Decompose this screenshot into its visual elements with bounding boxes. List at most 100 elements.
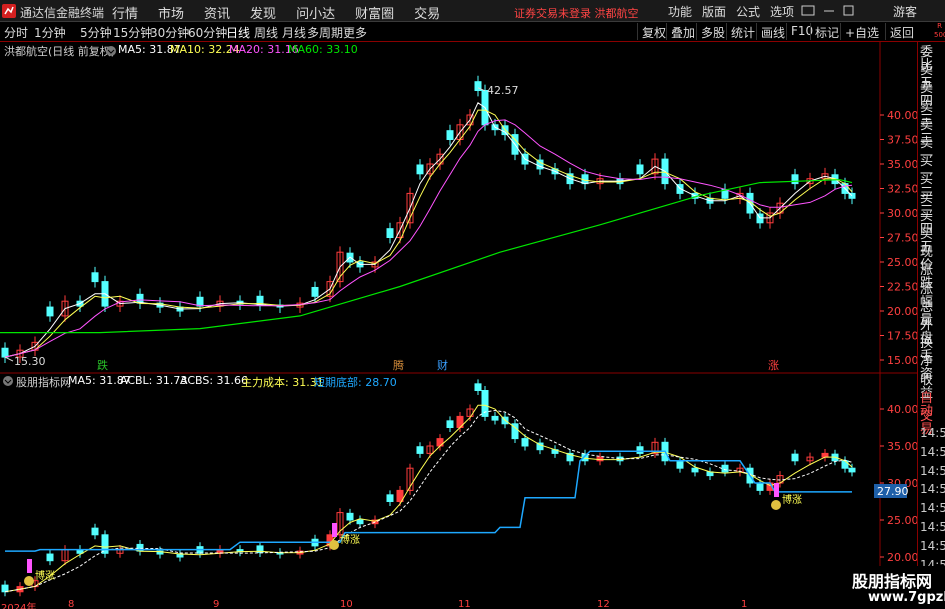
candle <box>416 164 424 175</box>
ind-candle <box>521 438 529 447</box>
btn-add-watch[interactable]: +自选 <box>840 23 883 40</box>
menu-options[interactable]: 选项 <box>766 0 798 20</box>
current-price-label: 27.90 <box>877 485 909 498</box>
tf-60min[interactable]: 60分钟 <box>188 24 227 41</box>
ind-tick-3: 25.00 <box>887 514 917 527</box>
date-2024: 2024年 <box>1 603 37 609</box>
indicator-name: 股朋指标网 <box>16 376 71 389</box>
login-notice[interactable]: 证券交易未登录 洪都航空 <box>514 5 639 21</box>
panel2-header: 股朋指标网 MA5: 31.87 ACBL: 31.73 ACBS: 31.66… <box>0 373 500 389</box>
bozhang-label-0: 博涨 <box>35 569 55 582</box>
menu-hq[interactable]: 行情 <box>112 0 150 22</box>
menu-fortune[interactable]: 财富圈 <box>355 0 406 22</box>
date-1: 1 <box>741 599 748 609</box>
tf-30min[interactable]: 30分钟 <box>150 24 189 41</box>
ind-candle <box>46 553 54 562</box>
btn-stats[interactable]: 统计 <box>726 23 759 40</box>
price-tick-1: 37.50 <box>887 134 917 147</box>
ma10-line <box>4 109 853 358</box>
price-tick-4: 30.00 <box>887 207 917 220</box>
ind-candle <box>1 584 9 593</box>
guest-label[interactable]: 游客 <box>893 3 917 20</box>
signal-coin-icon <box>24 576 34 586</box>
date-8: 8 <box>68 599 75 609</box>
stock-name-label: 洪都航空(日线 前复权) <box>4 45 116 58</box>
tf-fenshi[interactable]: 分时 <box>4 24 28 41</box>
app-title: 通达信金融终端 <box>20 6 105 20</box>
main-menu: 行情 市场 资讯 发现 问小达 财富圈 交易 <box>112 0 460 22</box>
candle <box>386 228 394 238</box>
ind-candle <box>676 461 684 469</box>
tf-more[interactable]: 更多 <box>343 24 367 41</box>
watermark-title: 股朋指标网 <box>852 572 933 591</box>
title-bar: 通达信金融终端 行情 市场 资讯 发现 问小达 财富圈 交易 证券交易未登录 洪… <box>0 0 945 22</box>
btn-draw[interactable]: 画线 <box>756 23 789 40</box>
tf-5min[interactable]: 5分钟 <box>80 24 112 41</box>
btn-overlay[interactable]: 叠加 <box>666 23 699 40</box>
ind-tick-1: 35.00 <box>887 440 917 453</box>
btn-back[interactable]: 返回 <box>885 23 918 40</box>
price-tick-10: 15.00 <box>887 354 917 367</box>
time-item-6: 14:5 <box>920 538 945 553</box>
candle <box>446 130 454 140</box>
candle <box>46 306 54 317</box>
btn-multistock[interactable]: 多股 <box>696 23 729 40</box>
main-cost-label: 主力成本: 31.31 <box>241 376 324 389</box>
price-tick-5: 27.50 <box>887 232 917 245</box>
tf-15min[interactable]: 15分钟 <box>113 24 152 41</box>
mail-icon[interactable] <box>801 5 815 16</box>
ind-candle <box>416 446 424 454</box>
price-tick-9: 17.50 <box>887 330 917 343</box>
tf-monthly[interactable]: 月线 <box>282 24 306 41</box>
time-item-1: 14:5 <box>920 444 945 459</box>
candle <box>311 286 319 297</box>
dropdown-icon[interactable] <box>105 45 117 57</box>
btn-mark[interactable]: 标记 <box>810 23 843 40</box>
ind-candle <box>791 453 799 462</box>
ind-tick-0: 40.00 <box>887 403 917 416</box>
toolbar: 分时 1分钟 5分钟 15分钟 30分钟 60分钟 日线 周线 月线 多周期 更… <box>0 22 945 42</box>
signal-bar <box>27 559 32 573</box>
price-tick-7: 22.50 <box>887 281 917 294</box>
ind-candle <box>841 460 849 469</box>
kline-chart[interactable]: 40.00 37.50 35.00 32.50 30.00 27.50 25.00 22.50… <box>0 42 917 609</box>
menu-formula[interactable]: 公式 <box>732 0 764 20</box>
ind-candle <box>356 519 364 525</box>
window-controls <box>801 5 854 16</box>
tf-weekly[interactable]: 周线 <box>254 24 278 41</box>
price-tick-0: 40.00 <box>887 109 917 122</box>
tf-daily[interactable]: 日线 <box>226 24 250 41</box>
event-marker-3: 涨 <box>768 359 779 372</box>
candle <box>636 164 644 175</box>
menu-layout[interactable]: 版面 <box>698 0 730 20</box>
maximize-icon[interactable] <box>843 5 854 16</box>
signal-coin-icon <box>771 500 781 510</box>
time-item-4: 14:5 <box>920 501 945 516</box>
time-item-0: 14:5 <box>920 426 945 440</box>
bozhang-label-2: 博涨 <box>782 493 802 506</box>
menu-wenxiaoda[interactable]: 问小达 <box>296 0 347 22</box>
ma60-label: MA60: 33.10 <box>288 43 358 56</box>
tf-multi[interactable]: 多周期 <box>307 24 343 41</box>
indicator-dropdown-icon[interactable] <box>2 375 14 387</box>
watermark: 股朋指标网 www.7gpzb.com <box>838 566 945 609</box>
signal-bar <box>774 483 779 497</box>
right-menu: 功能 版面 公式 选项 <box>664 0 800 20</box>
candle <box>791 174 799 185</box>
menu-news[interactable]: 资讯 <box>204 0 242 22</box>
event-marker-0: 跌 <box>97 358 108 372</box>
bozhang-label-1: 博涨 <box>340 533 360 546</box>
menu-trade[interactable]: 交易 <box>414 0 452 22</box>
menu-function[interactable]: 功能 <box>664 0 696 20</box>
price-tick-2: 35.00 <box>887 158 917 171</box>
ind-candle <box>848 467 856 473</box>
menu-discover[interactable]: 发现 <box>250 0 288 22</box>
event-marker-1: 腾 <box>393 358 404 372</box>
watermark-url: www.7gpzb.com <box>868 590 945 605</box>
menu-market[interactable]: 市场 <box>158 0 196 22</box>
tf-1min[interactable]: 1分钟 <box>34 24 66 41</box>
candle <box>196 296 204 307</box>
ind-candle <box>821 452 829 458</box>
event-marker-2: 财 <box>437 358 448 372</box>
signal-bar <box>332 523 337 537</box>
